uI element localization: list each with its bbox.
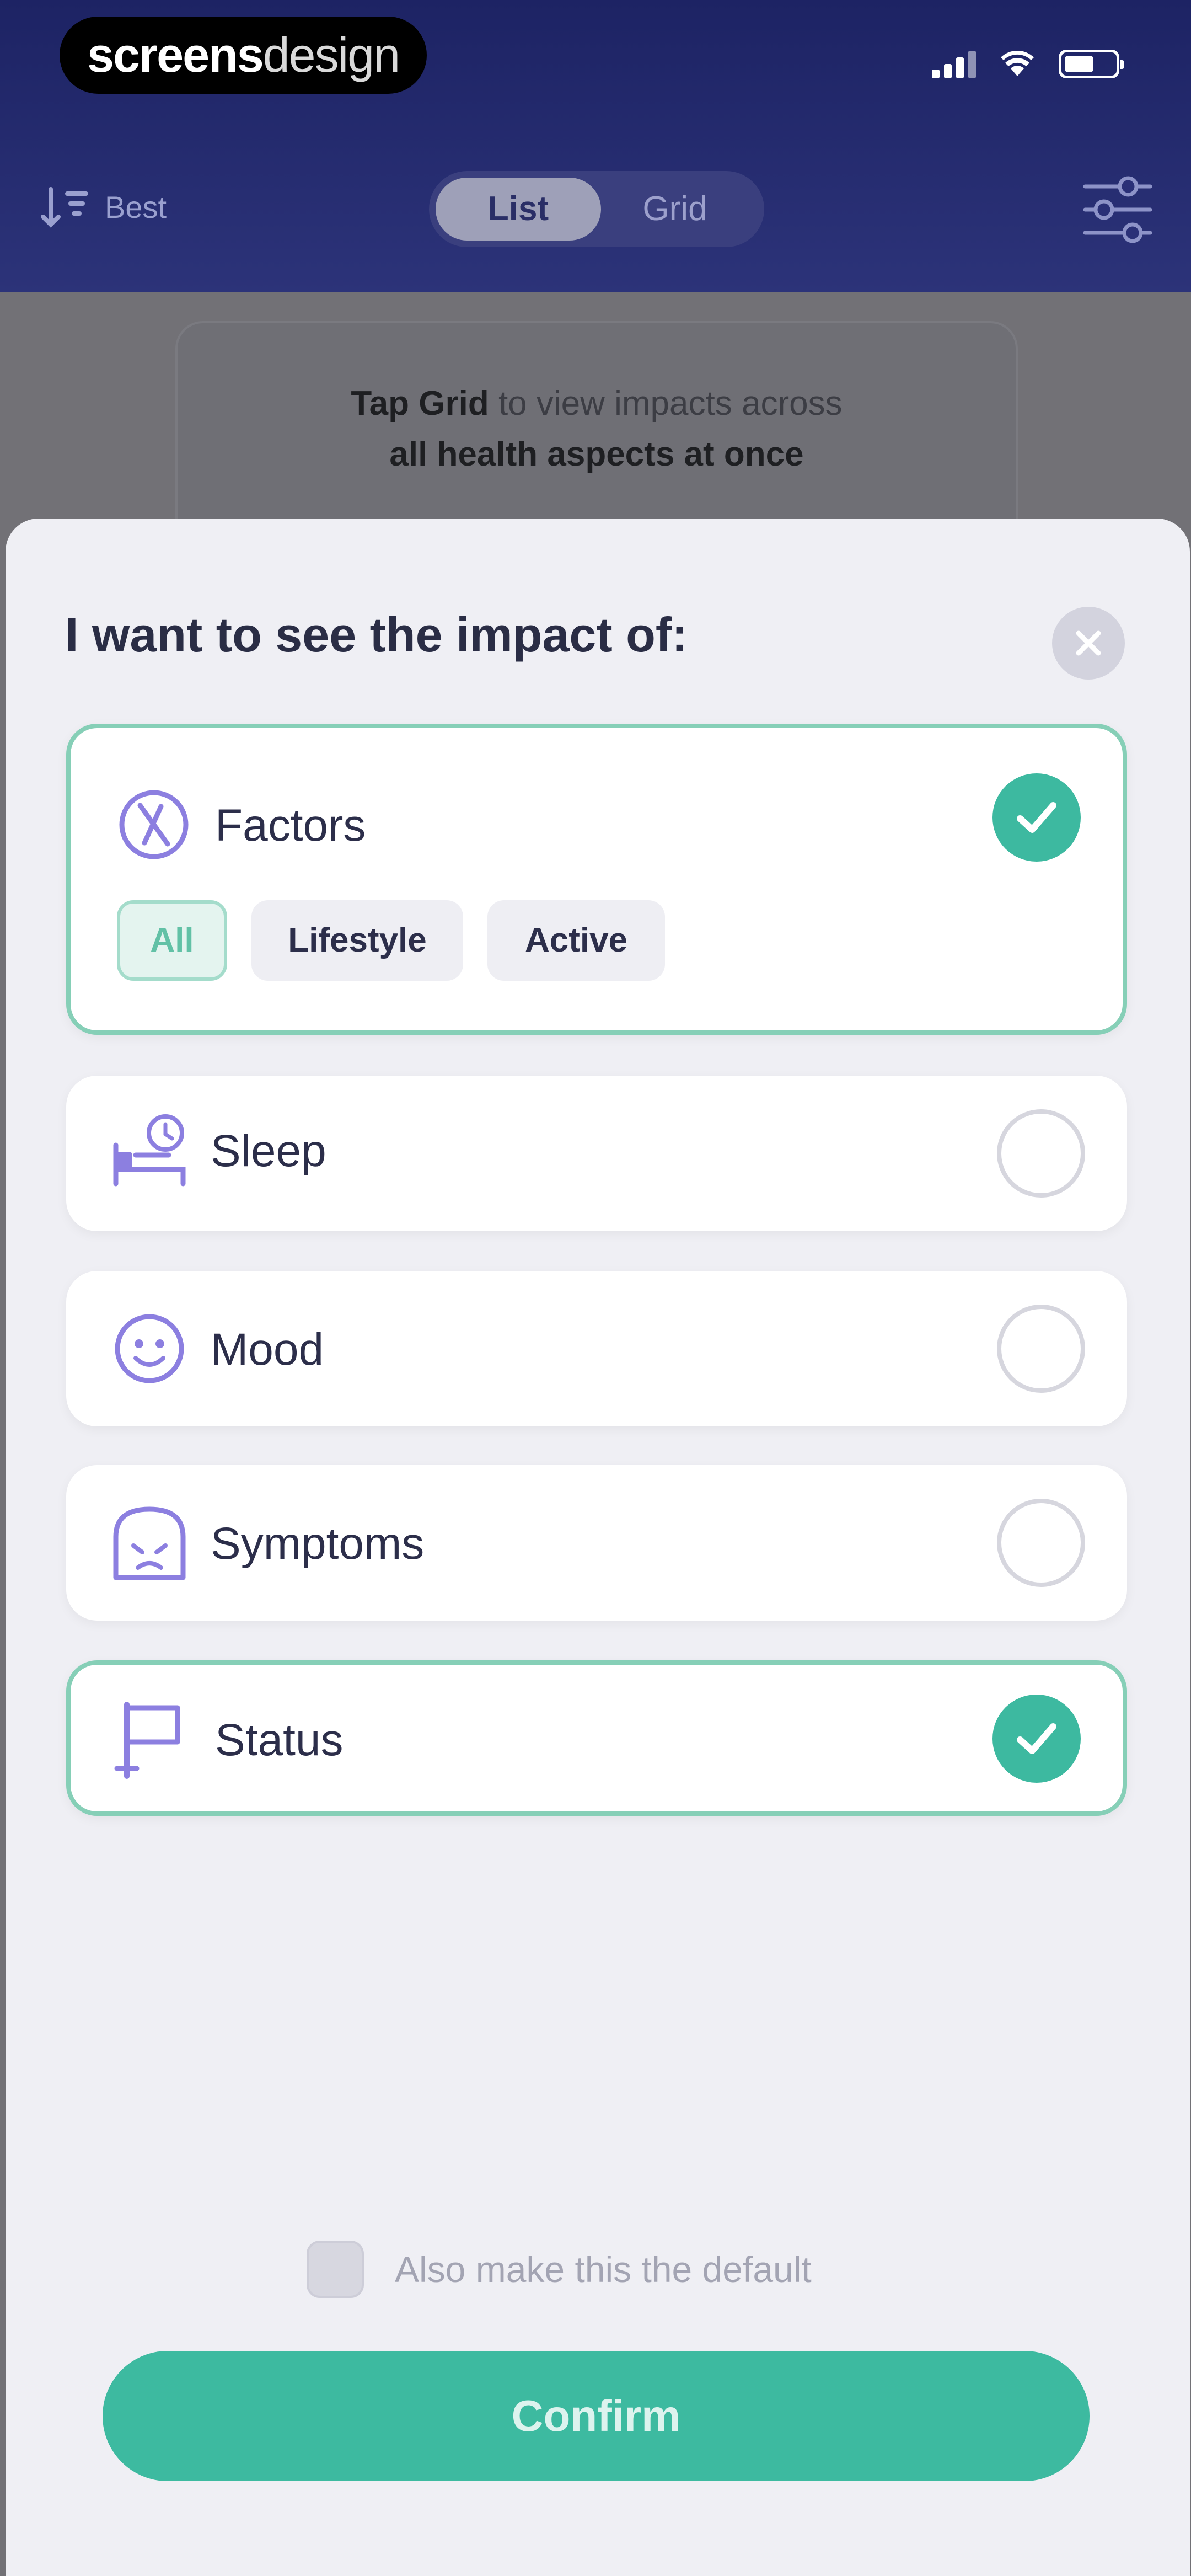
radio-unchecked-icon[interactable] <box>997 1499 1085 1587</box>
radio-unchecked-icon[interactable] <box>997 1305 1085 1393</box>
tab-list[interactable]: List <box>436 178 601 241</box>
filter-sliders-icon[interactable] <box>1082 171 1154 248</box>
status-icons <box>932 50 1124 78</box>
sleep-icon <box>113 1114 186 1187</box>
tab-grid[interactable]: Grid <box>592 178 758 241</box>
checkmark-icon[interactable] <box>993 1695 1081 1783</box>
flag-icon <box>114 1702 180 1779</box>
option-label: Factors <box>215 800 366 851</box>
brand-logo: screensdesign <box>60 17 427 94</box>
checkmark-icon[interactable] <box>993 773 1081 862</box>
option-label: Status <box>215 1715 344 1765</box>
battery-icon <box>1059 50 1124 78</box>
grid-tip-tooltip: Tap Grid to view impacts across all heal… <box>175 321 1018 553</box>
sort-button[interactable]: Best <box>40 185 167 229</box>
default-checkbox[interactable] <box>307 2241 364 2298</box>
default-preference-row[interactable]: Also make this the default <box>307 2241 812 2298</box>
close-icon <box>1076 630 1101 656</box>
chip-active[interactable]: Active <box>487 900 665 981</box>
option-status[interactable]: Status <box>66 1660 1127 1816</box>
factors-icon <box>119 790 189 859</box>
top-bar: screensdesign Best List Grid <box>0 0 1191 292</box>
option-sleep[interactable]: Sleep <box>66 1076 1127 1231</box>
option-label: Sleep <box>211 1126 326 1176</box>
confirm-button[interactable]: Confirm <box>103 2351 1090 2481</box>
option-label: Mood <box>211 1324 324 1375</box>
option-factors[interactable]: Factors All Lifestyle Active <box>66 724 1127 1035</box>
signal-icon <box>932 50 976 78</box>
symptoms-icon <box>113 1506 186 1580</box>
sort-icon <box>41 187 88 228</box>
mood-icon <box>115 1314 184 1383</box>
close-button[interactable] <box>1052 607 1125 680</box>
chip-lifestyle[interactable]: Lifestyle <box>251 900 463 981</box>
option-label: Symptoms <box>211 1519 425 1569</box>
sheet-title: I want to see the impact of: <box>65 607 688 662</box>
option-mood[interactable]: Mood <box>66 1271 1127 1426</box>
view-toggle: List Grid <box>429 171 764 247</box>
sort-label: Best <box>105 189 167 225</box>
wifi-icon <box>1001 51 1034 76</box>
radio-unchecked-icon[interactable] <box>997 1109 1085 1198</box>
default-label: Also make this the default <box>395 2249 812 2290</box>
option-symptoms[interactable]: Symptoms <box>66 1465 1127 1621</box>
chip-all[interactable]: All <box>117 900 227 981</box>
